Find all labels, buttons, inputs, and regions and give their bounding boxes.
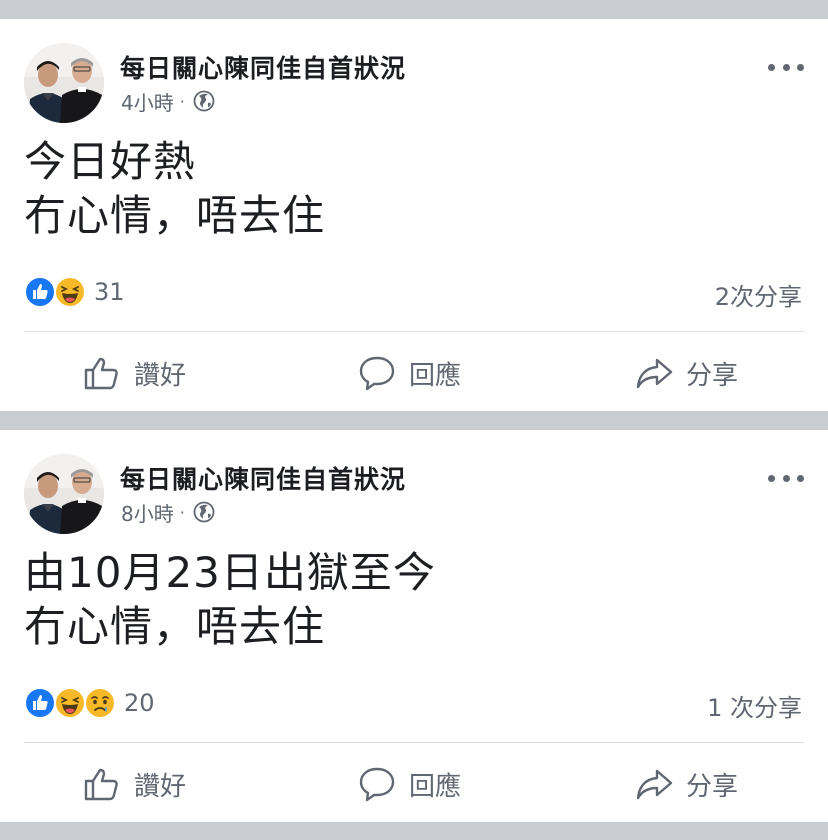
share-button[interactable]: 分享 <box>634 764 738 804</box>
share-label: 分享 <box>686 360 739 391</box>
more-dot <box>768 474 775 482</box>
like-button[interactable]: 讚好 <box>82 353 186 393</box>
more-options-button[interactable] <box>768 57 804 77</box>
comment-label: 回應 <box>409 360 462 391</box>
divider <box>24 742 804 743</box>
page-name[interactable]: 每日關心陳同佳自首狀況 <box>120 460 406 496</box>
share-count[interactable]: 1 次分享 <box>707 688 802 723</box>
page-avatar[interactable] <box>24 43 104 123</box>
post-meta: 8小時 · <box>121 498 215 526</box>
like-reaction-icon <box>24 276 56 308</box>
post-text: 由10月23日出獄至今 冇心情，唔去住 <box>24 546 436 654</box>
reaction-count: 31 <box>94 278 125 306</box>
page-name[interactable]: 每日關心陳同佳自首狀況 <box>120 49 406 85</box>
comment-icon <box>357 353 397 393</box>
globe-icon <box>193 90 215 112</box>
post-card: 每日關心陳同佳自首狀況 4小時 · 今日好熱 冇心情，唔去住 31 2次分享 讚… <box>0 19 828 411</box>
more-dot <box>797 63 804 71</box>
comment-icon <box>357 764 397 804</box>
like-label: 讚好 <box>134 771 187 802</box>
more-dot <box>782 63 790 71</box>
more-dot <box>768 63 775 71</box>
post-text-line: 冇心情，唔去住 <box>24 191 326 240</box>
like-button[interactable]: 讚好 <box>82 764 186 804</box>
meta-separator: · <box>179 91 185 111</box>
haha-reaction-icon <box>54 687 86 719</box>
more-dot <box>797 474 804 482</box>
reaction-count: 20 <box>124 689 155 717</box>
post-actions: 讚好 回應 分享 <box>0 748 828 820</box>
more-options-button[interactable] <box>768 468 804 488</box>
meta-separator: · <box>179 502 185 522</box>
comment-button[interactable]: 回應 <box>357 764 461 804</box>
post-text-line: 由10月23日出獄至今 <box>24 548 436 597</box>
post-meta: 4小時 · <box>121 87 215 115</box>
share-label: 分享 <box>686 771 739 802</box>
share-count[interactable]: 2次分享 <box>715 277 802 312</box>
comment-label: 回應 <box>409 771 462 802</box>
haha-reaction-icon <box>54 276 86 308</box>
reactions-summary[interactable]: 31 <box>24 275 125 309</box>
sad-reaction-icon <box>84 687 116 719</box>
post-text-line: 今日好熱 <box>24 137 197 186</box>
post-time[interactable]: 4小時 <box>121 87 174 116</box>
post-text-line: 冇心情，唔去住 <box>24 602 326 651</box>
post-time[interactable]: 8小時 <box>121 498 174 527</box>
share-arrow-icon <box>634 353 674 393</box>
comment-button[interactable]: 回應 <box>357 353 461 393</box>
globe-icon <box>193 501 215 523</box>
thumbs-up-icon <box>82 353 122 393</box>
divider <box>24 331 804 332</box>
page-avatar[interactable] <box>24 454 104 534</box>
reactions-summary[interactable]: 20 <box>24 686 155 720</box>
share-button[interactable]: 分享 <box>634 353 738 393</box>
like-label: 讚好 <box>134 360 187 391</box>
like-reaction-icon <box>24 687 56 719</box>
more-dot <box>782 474 790 482</box>
share-arrow-icon <box>634 764 674 804</box>
thumbs-up-icon <box>82 764 122 804</box>
post-text: 今日好熱 冇心情，唔去住 <box>24 135 325 243</box>
post-actions: 讚好 回應 分享 <box>0 337 828 409</box>
post-card: 每日關心陳同佳自首狀況 8小時 · 由10月23日出獄至今 冇心情，唔去住 20… <box>0 430 828 822</box>
